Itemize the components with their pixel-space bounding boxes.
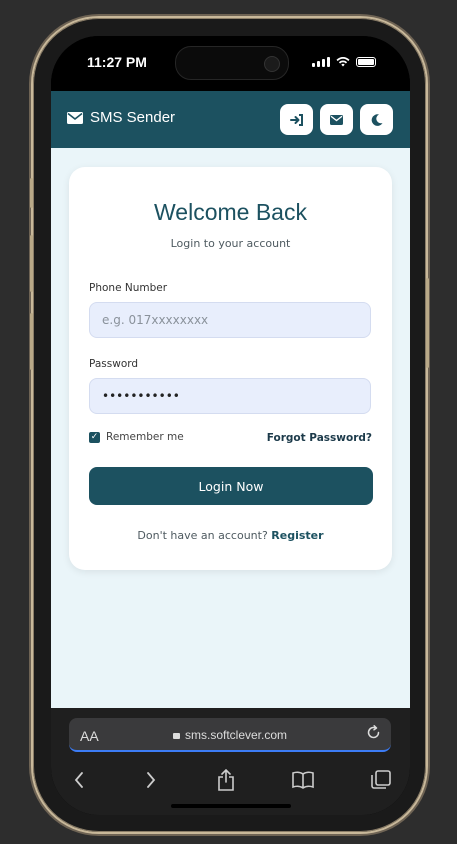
envelope-icon: [330, 114, 343, 125]
theme-toggle-button[interactable]: [360, 104, 393, 135]
bookmarks-icon[interactable]: [288, 766, 318, 794]
tabs-icon[interactable]: [366, 766, 396, 794]
action-button: [30, 178, 33, 208]
forward-icon[interactable]: [136, 766, 166, 794]
moon-icon: [371, 113, 382, 126]
forgot-password-link[interactable]: Forgot Password?: [267, 432, 372, 444]
page-title: Welcome Back: [154, 199, 307, 225]
remember-label: Remember me: [106, 431, 184, 443]
app-header: SMS Sender: [51, 91, 410, 148]
lock-icon: [172, 733, 180, 739]
brand[interactable]: SMS Sender: [67, 109, 175, 126]
password-label: Password: [89, 358, 139, 370]
camera-icon: [264, 56, 280, 72]
status-icons: [312, 57, 376, 67]
register-line: Don't have an account? Register: [69, 529, 392, 542]
envelope-brand-icon: [67, 111, 83, 124]
browser-toolbar: AA sms.softclever.com: [51, 708, 410, 815]
volume-down-button: [30, 313, 33, 370]
power-button: [426, 278, 429, 368]
phone-screen: 11:27 PM SMS Sender Welcome Back Login t…: [51, 36, 410, 815]
reload-icon[interactable]: [366, 725, 381, 740]
battery-icon: [356, 57, 376, 67]
home-indicator: [171, 804, 291, 808]
back-icon[interactable]: [64, 766, 94, 794]
url-display[interactable]: sms.softclever.com: [69, 728, 391, 742]
dynamic-island: [175, 46, 289, 80]
status-time: 11:27 PM: [87, 54, 147, 70]
register-link[interactable]: Register: [271, 529, 323, 542]
register-prompt: Don't have an account?: [137, 529, 268, 542]
login-nav-button[interactable]: [280, 104, 313, 135]
sign-in-icon: [289, 113, 303, 126]
password-input[interactable]: [89, 378, 371, 414]
page-content: Welcome Back Login to your account Phone…: [51, 148, 410, 708]
status-bar: 11:27 PM: [51, 36, 410, 91]
phone-input[interactable]: [89, 302, 371, 338]
signal-icon: [312, 57, 330, 67]
wifi-icon: [336, 57, 350, 67]
page-subtitle: Login to your account: [170, 237, 291, 250]
remember-checkbox[interactable]: ✓: [89, 431, 100, 443]
volume-up-button: [30, 235, 33, 292]
remember-me[interactable]: ✓ Remember me: [89, 431, 184, 443]
address-bar[interactable]: AA sms.softclever.com: [69, 718, 391, 752]
login-card: Welcome Back Login to your account Phone…: [69, 167, 392, 570]
messages-nav-button[interactable]: [320, 104, 353, 135]
login-button[interactable]: Login Now: [89, 467, 373, 505]
brand-name: SMS Sender: [90, 109, 176, 126]
url-text: sms.softclever.com: [184, 728, 288, 742]
phone-label: Phone Number: [89, 282, 168, 294]
share-icon[interactable]: [211, 766, 241, 794]
